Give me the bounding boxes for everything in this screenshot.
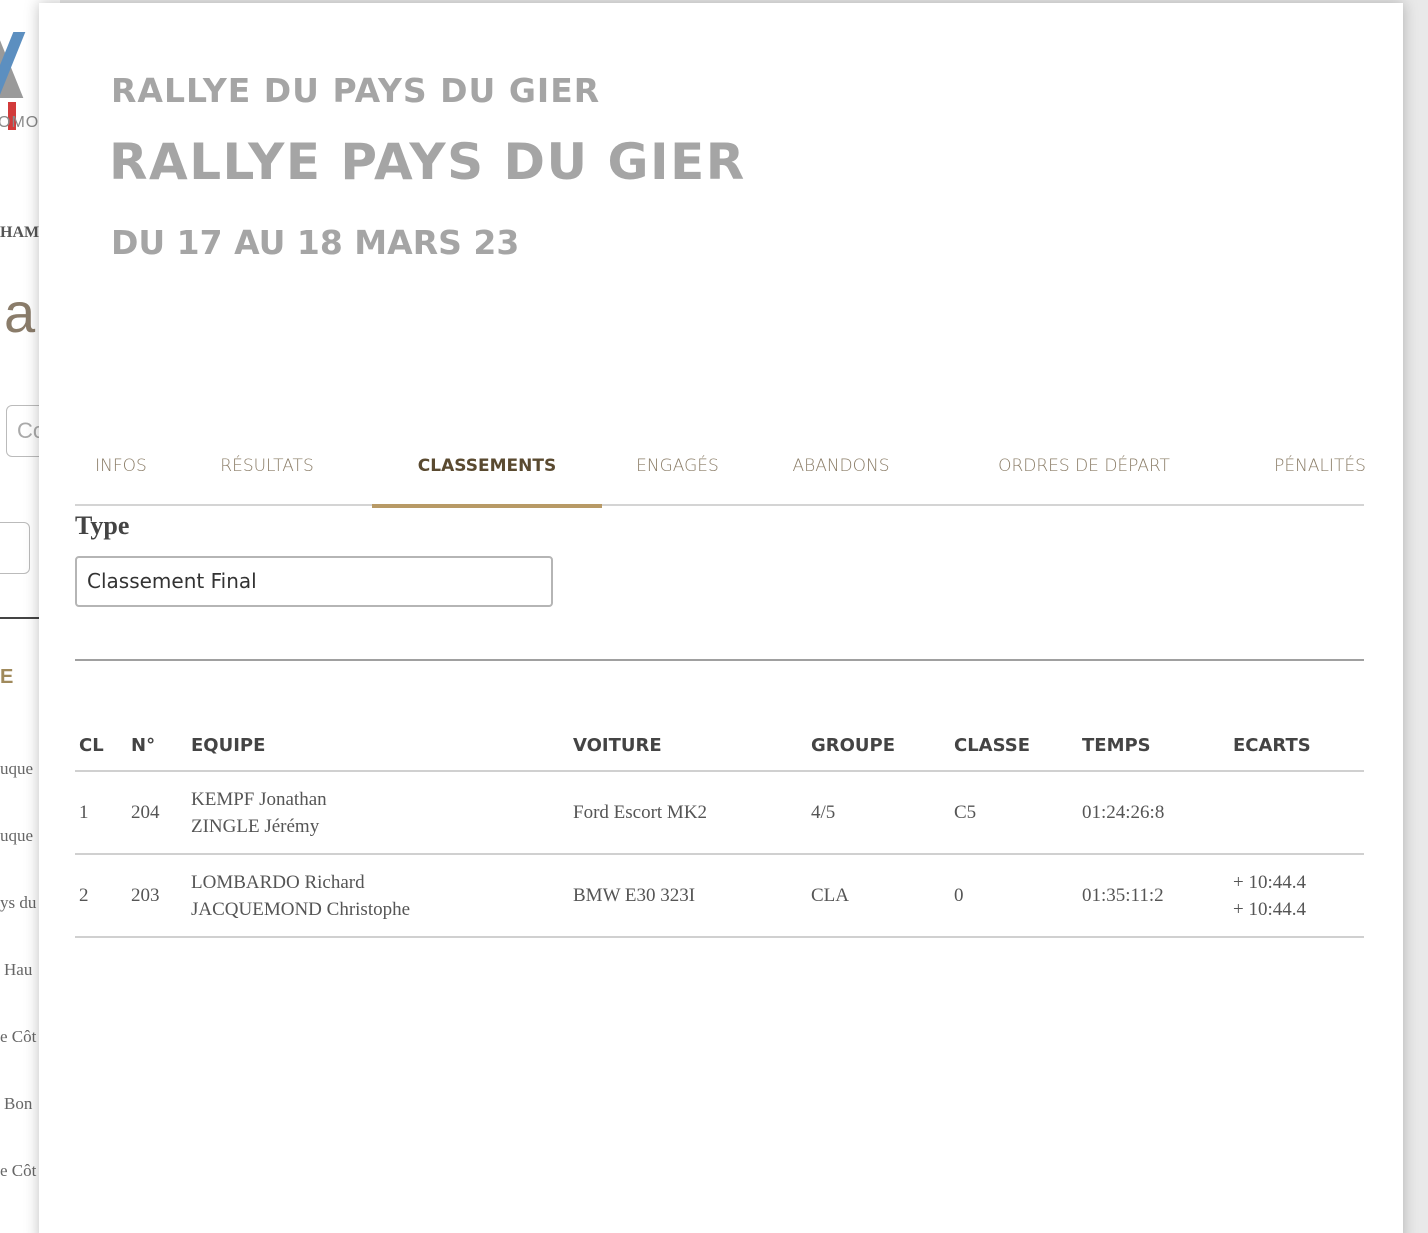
tab-resultats[interactable]: RÉSULTATS (202, 443, 332, 506)
tab-ordres-de-depart[interactable]: ORDRES DE DÉPART (975, 443, 1193, 506)
cell-equipe: KEMPF Jonathan ZINGLE Jérémy (187, 771, 569, 855)
tab-infos[interactable]: INFOS (75, 443, 167, 506)
cell-num: 204 (127, 771, 187, 855)
cell-classe: C5 (950, 771, 1078, 855)
cell-equipe: LOMBARDO Richard JACQUEMOND Christophe (187, 854, 569, 938)
type-label: Type (75, 511, 130, 540)
rally-title: RALLYE PAYS DU GIER (109, 133, 746, 191)
background-link: uque (0, 826, 34, 845)
header-cl: CL (75, 721, 127, 772)
tab-penalites[interactable]: PÉNALITÉS (1255, 443, 1385, 506)
table-header-row: CL N° EQUIPE VOITURE GROUPE CLASSE TEMPS… (75, 721, 1364, 772)
background-link: Bon (4, 1094, 33, 1113)
background-text: OMO (0, 114, 40, 131)
cell-groupe: 4/5 (807, 771, 950, 855)
background-logo (0, 32, 40, 130)
background-text: E (0, 666, 14, 688)
pilot-name: LOMBARDO Richard (191, 871, 365, 893)
pilot-name: KEMPF Jonathan (191, 788, 327, 810)
header-num: N° (127, 721, 187, 772)
header-ecarts: ECARTS (1229, 721, 1364, 772)
rally-modal: RALLYE DU PAYS DU GIER RALLYE PAYS DU GI… (39, 3, 1403, 1233)
results-table: CL N° EQUIPE VOITURE GROUPE CLASSE TEMPS… (75, 721, 1364, 938)
type-select[interactable]: Classement Final (75, 556, 553, 607)
gap-value: + 10:44.4 (1233, 871, 1306, 893)
header-temps: TEMPS (1078, 721, 1229, 772)
background-link: Hau (4, 960, 33, 979)
background-link: uque (0, 759, 34, 778)
gap-value: + 10:44.4 (1233, 898, 1306, 920)
table-row: 2 203 LOMBARDO Richard JACQUEMOND Christ… (75, 854, 1364, 938)
section-divider (75, 659, 1364, 661)
cell-cl: 2 (75, 854, 127, 938)
header-groupe: GROUPE (807, 721, 950, 772)
cell-groupe: CLA (807, 854, 950, 938)
cell-voiture: Ford Escort MK2 (569, 771, 807, 855)
background-link: ys du (0, 893, 37, 912)
cell-classe: 0 (950, 854, 1078, 938)
background-link: e Côt (0, 1161, 37, 1180)
copilot-name: JACQUEMOND Christophe (191, 898, 411, 920)
cell-temps: 01:24:26:8 (1078, 771, 1229, 855)
header-voiture: VOITURE (569, 721, 807, 772)
background-link: e Côt (0, 1027, 37, 1046)
cell-cl: 1 (75, 771, 127, 855)
header-classe: CLASSE (950, 721, 1078, 772)
tab-classements[interactable]: CLASSEMENTS (372, 443, 602, 508)
tab-engages[interactable]: ENGAGÉS (620, 443, 735, 506)
cell-num: 203 (127, 854, 187, 938)
cell-ecarts: + 10:44.4 + 10:44.4 (1229, 854, 1364, 938)
rally-dates: DU 17 AU 18 MARS 23 (111, 223, 520, 262)
copilot-name: ZINGLE Jérémy (191, 815, 320, 837)
rally-subtitle: RALLYE DU PAYS DU GIER (111, 71, 601, 110)
background-input (0, 522, 30, 574)
tab-bar: INFOS RÉSULTATS CLASSEMENTS ENGAGÉS ABAN… (75, 443, 1366, 508)
table-row: 1 204 KEMPF Jonathan ZINGLE Jérémy Ford … (75, 771, 1364, 855)
tab-abandons[interactable]: ABANDONS (770, 443, 912, 506)
background-text: a (4, 281, 36, 344)
cell-ecarts (1229, 771, 1364, 855)
background-text: HAM (0, 224, 40, 241)
header-equipe: EQUIPE (187, 721, 569, 772)
cell-voiture: BMW E30 323I (569, 854, 807, 938)
cell-temps: 01:35:11:2 (1078, 854, 1229, 938)
